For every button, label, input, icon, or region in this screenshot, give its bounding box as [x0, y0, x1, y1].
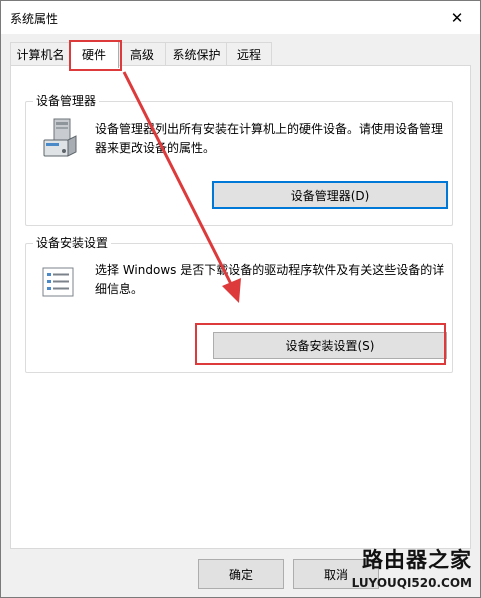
watermark-site-name: 路由器之家	[362, 548, 472, 572]
ok-button[interactable]: 确定	[198, 559, 284, 589]
device-manager-icon	[42, 118, 82, 160]
device-manager-group-title: 设备管理器	[33, 92, 100, 109]
tab-remote[interactable]: 远程	[226, 42, 272, 66]
title-bar: 系统属性 ✕	[1, 1, 480, 34]
tab-computer-name[interactable]: 计算机名	[10, 42, 71, 66]
device-install-group-title: 设备安装设置	[33, 234, 112, 251]
device-install-description: 选择 Windows 是否下载设备的驱动程序软件及有关这些设备的详细信息。	[95, 263, 445, 296]
tab-hardware[interactable]: 硬件	[69, 40, 119, 68]
watermark-url: LUYOUQI520.COM	[351, 576, 472, 590]
device-install-settings-button[interactable]: 设备安装设置(S)	[213, 332, 447, 359]
system-properties-window: 系统属性 ✕ 计算机名 硬件 高级 系统保护 远程 设备管理器 设备管理器列出所…	[0, 0, 481, 598]
settings-list-icon	[42, 267, 74, 297]
tab-advanced[interactable]: 高级	[117, 42, 167, 66]
close-icon[interactable]: ✕	[434, 1, 480, 34]
tab-system-protection[interactable]: 系统保护	[165, 42, 228, 66]
window-title: 系统属性	[10, 12, 59, 26]
device-manager-group: 设备管理器 设备管理器列出所有安装在计算机上的硬件设备。请使用设备管理器来更改设…	[25, 92, 453, 226]
device-install-group: 设备安装设置 选择 Windows 是否下载设备的驱动程序软件及有关这些设备的详…	[25, 234, 453, 373]
device-manager-button[interactable]: 设备管理器(D)	[212, 181, 448, 209]
device-manager-description: 设备管理器列出所有安装在计算机上的硬件设备。请使用设备管理器来更改设备的属性。	[95, 122, 444, 155]
hardware-tab-panel: 设备管理器 设备管理器列出所有安装在计算机上的硬件设备。请使用设备管理器来更改设…	[10, 65, 471, 549]
